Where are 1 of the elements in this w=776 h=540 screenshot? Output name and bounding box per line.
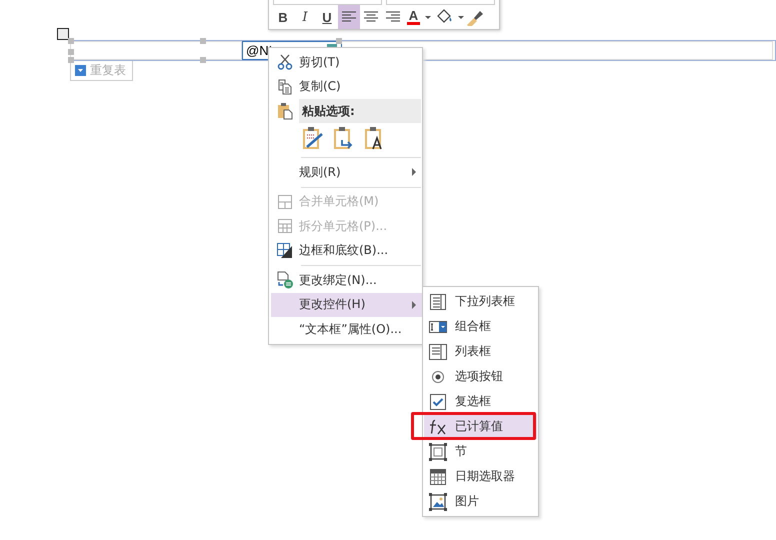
menu-section-header: 粘贴选项: [299, 99, 421, 123]
